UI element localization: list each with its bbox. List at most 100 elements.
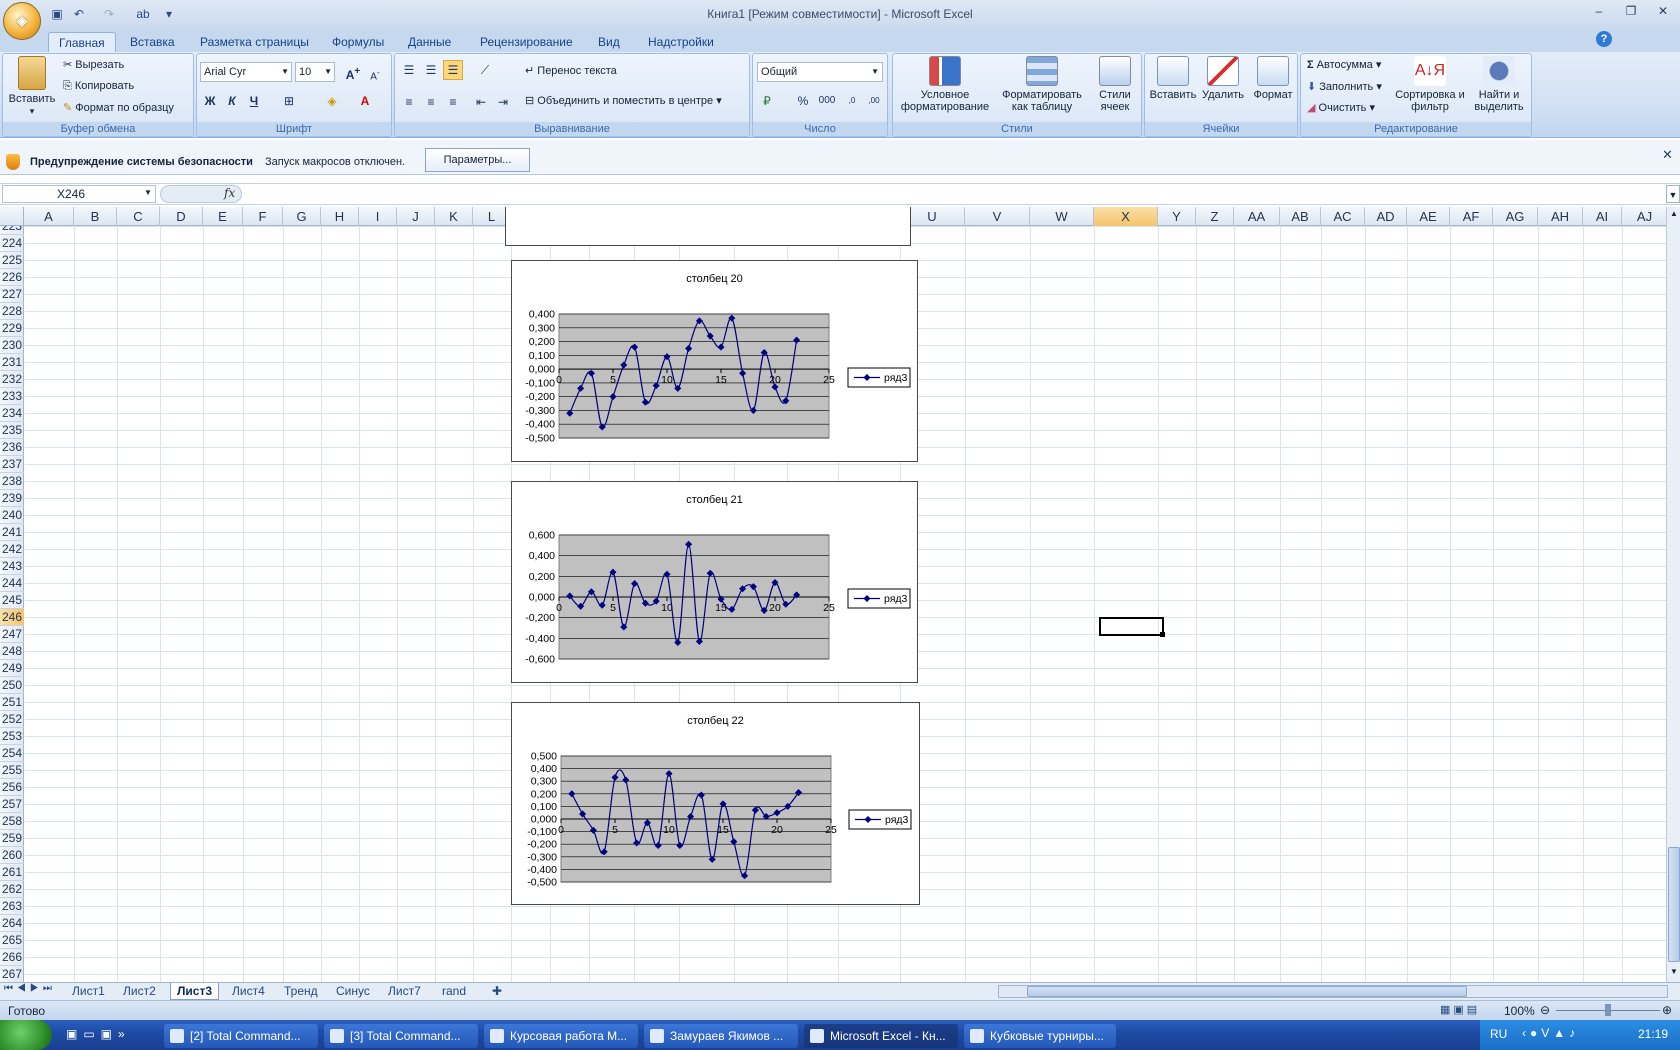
selected-cell[interactable] — [1099, 617, 1164, 636]
column-header-ab[interactable]: AB — [1280, 207, 1321, 226]
row-header-246[interactable]: 246 — [0, 609, 24, 626]
sheet-tab-1[interactable]: Лист1 — [66, 983, 111, 1000]
fill-button[interactable]: ⬇ Заполнить ▾ — [1307, 80, 1382, 93]
scroll-thumb[interactable] — [1027, 986, 1467, 997]
row-header-242[interactable]: 242 — [0, 541, 24, 558]
minimize-icon[interactable]: – — [1588, 4, 1610, 22]
row-header-244[interactable]: 244 — [0, 575, 24, 592]
taskbar-item[interactable]: Microsoft Excel - Кн... — [804, 1024, 958, 1048]
decrease-decimal-button[interactable]: ,00 — [863, 91, 885, 111]
row-header-252[interactable]: 252 — [0, 711, 24, 728]
increase-indent-icon[interactable]: ⇥ — [493, 92, 513, 112]
sheet-tab-5[interactable]: Тренд — [278, 983, 324, 1000]
row-header-249[interactable]: 249 — [0, 660, 24, 677]
row-header-234[interactable]: 234 — [0, 405, 24, 422]
row-header-255[interactable]: 255 — [0, 762, 24, 779]
fill-color-icon[interactable]: ◈ — [322, 91, 342, 111]
align-middle-icon[interactable]: ☰ — [421, 60, 441, 80]
row-header-241[interactable]: 241 — [0, 524, 24, 541]
format-painter-button[interactable]: ✎ Формат по образцу — [63, 101, 174, 114]
tab-page-layout[interactable]: Разметка страницы — [190, 32, 319, 52]
paste-button[interactable]: Вставить ▾ — [7, 56, 57, 117]
bold-button[interactable]: Ж — [200, 91, 220, 111]
sheet-tab-2[interactable]: Лист2 — [117, 983, 162, 1000]
column-header-k[interactable]: K — [435, 207, 473, 226]
row-header-263[interactable]: 263 — [0, 898, 24, 915]
quick-launch-icons[interactable]: ▣▭▣» — [66, 1027, 131, 1041]
close-icon[interactable]: ✕ — [1662, 147, 1673, 163]
chart-column-20[interactable]: столбец 20 0,400 0,300 0,200 0,100 0,000 -0,1… — [511, 260, 918, 462]
row-header-224[interactable]: 224 — [0, 235, 24, 252]
fill-handle[interactable] — [1160, 632, 1165, 637]
row-header-226[interactable]: 226 — [0, 269, 24, 286]
sheet-tab-6[interactable]: Синус — [330, 983, 376, 1000]
font-name-select[interactable]: Arial Cyr ▼ — [200, 62, 292, 82]
scroll-up-icon[interactable]: ▲ — [1668, 209, 1680, 219]
font-color-icon[interactable]: A — [355, 91, 375, 111]
chart-column-22[interactable]: столбец 22 0,500 0,400 0,300 0,200 0,100 0,00… — [511, 702, 920, 905]
thousands-button[interactable]: 000 — [815, 91, 839, 111]
underline-button[interactable]: Ч — [244, 91, 264, 111]
row-header-243[interactable]: 243 — [0, 558, 24, 575]
find-select-button[interactable]: Найти и выделить — [1467, 56, 1531, 113]
increase-decimal-button[interactable]: ,0 — [841, 91, 863, 111]
chart-partial[interactable] — [505, 207, 911, 246]
tray-icons[interactable]: ‹●V▲♪ — [1522, 1026, 1579, 1040]
font-size-select[interactable]: 10 ▼ — [295, 62, 335, 82]
column-header-z[interactable]: Z — [1196, 207, 1234, 226]
tab-data[interactable]: Данные — [398, 32, 461, 52]
formula-input[interactable] — [246, 185, 1664, 203]
row-header-250[interactable]: 250 — [0, 677, 24, 694]
column-header-ae[interactable]: AE — [1407, 207, 1450, 226]
autosum-button[interactable]: Σ Автосумма ▾ — [1307, 58, 1381, 71]
row-header-245[interactable]: 245 — [0, 592, 24, 609]
view-buttons-icon[interactable]: ▦▣▤ — [1440, 1003, 1494, 1017]
select-all-button[interactable] — [0, 207, 24, 226]
orientation-icon[interactable]: ⟋ — [475, 60, 495, 80]
column-header-j[interactable]: J — [397, 207, 435, 226]
expand-formula-icon[interactable]: ▼ — [1666, 185, 1680, 203]
row-header-236[interactable]: 236 — [0, 439, 24, 456]
column-header-e[interactable]: E — [203, 207, 243, 226]
borders-icon[interactable]: ⊞ — [279, 91, 299, 111]
row-header-258[interactable]: 258 — [0, 813, 24, 830]
row-header-266[interactable]: 266 — [0, 949, 24, 966]
sheet-tab-7[interactable]: Лист7 — [382, 983, 427, 1000]
function-icon[interactable]: fx — [224, 186, 235, 200]
currency-icon[interactable]: ₽ — [757, 91, 777, 111]
shrink-font-icon[interactable]: A- — [365, 62, 385, 82]
decrease-indent-icon[interactable]: ⇤ — [471, 92, 491, 112]
column-header-aj[interactable]: AJ — [1622, 207, 1668, 226]
row-header-253[interactable]: 253 — [0, 728, 24, 745]
column-header-f[interactable]: F — [243, 207, 283, 226]
row-header-262[interactable]: 262 — [0, 881, 24, 898]
row-header-259[interactable]: 259 — [0, 830, 24, 847]
sheet-nav-icon[interactable]: ⏮◀▶⏭ — [4, 983, 56, 994]
column-header-ah[interactable]: AH — [1538, 207, 1583, 226]
row-header-239[interactable]: 239 — [0, 490, 24, 507]
column-header-a[interactable]: A — [24, 207, 74, 226]
tab-formulas[interactable]: Формулы — [322, 32, 394, 52]
taskbar-item[interactable]: [2] Total Command... — [164, 1024, 318, 1048]
taskbar-item[interactable]: Замураев Якимов ... — [644, 1024, 798, 1048]
align-center-icon[interactable]: ≡ — [421, 92, 441, 112]
language-indicator[interactable]: RU — [1490, 1027, 1507, 1041]
column-header-d[interactable]: D — [160, 207, 203, 226]
column-header-af[interactable]: AF — [1450, 207, 1493, 226]
tab-addins[interactable]: Надстройки — [638, 32, 724, 52]
maximize-icon[interactable]: ❐ — [1620, 4, 1642, 22]
help-icon[interactable]: ? — [1596, 31, 1612, 47]
format-as-table-button[interactable]: Форматировать как таблицу — [997, 56, 1087, 113]
column-header-ai[interactable]: AI — [1583, 207, 1622, 226]
chart-column-21[interactable]: столбец 21 0,600 0,400 0,200 0,000 -0,200 -0,… — [511, 481, 918, 683]
align-top-icon[interactable]: ☰ — [399, 60, 419, 80]
horizontal-scrollbar[interactable] — [998, 985, 1668, 998]
conditional-formatting-button[interactable]: Условное форматирование — [895, 56, 995, 113]
row-header-251[interactable]: 251 — [0, 694, 24, 711]
column-header-y[interactable]: Y — [1158, 207, 1196, 226]
taskbar-item[interactable]: Курсовая работа М... — [484, 1024, 638, 1048]
merge-center-button[interactable]: ⊟ Объединить и поместить в центре ▾ — [525, 94, 722, 107]
grow-font-icon[interactable]: A+ — [343, 62, 363, 82]
scroll-down-icon[interactable]: ▼ — [1668, 967, 1680, 977]
number-format-select[interactable]: Общий ▼ — [757, 62, 883, 82]
